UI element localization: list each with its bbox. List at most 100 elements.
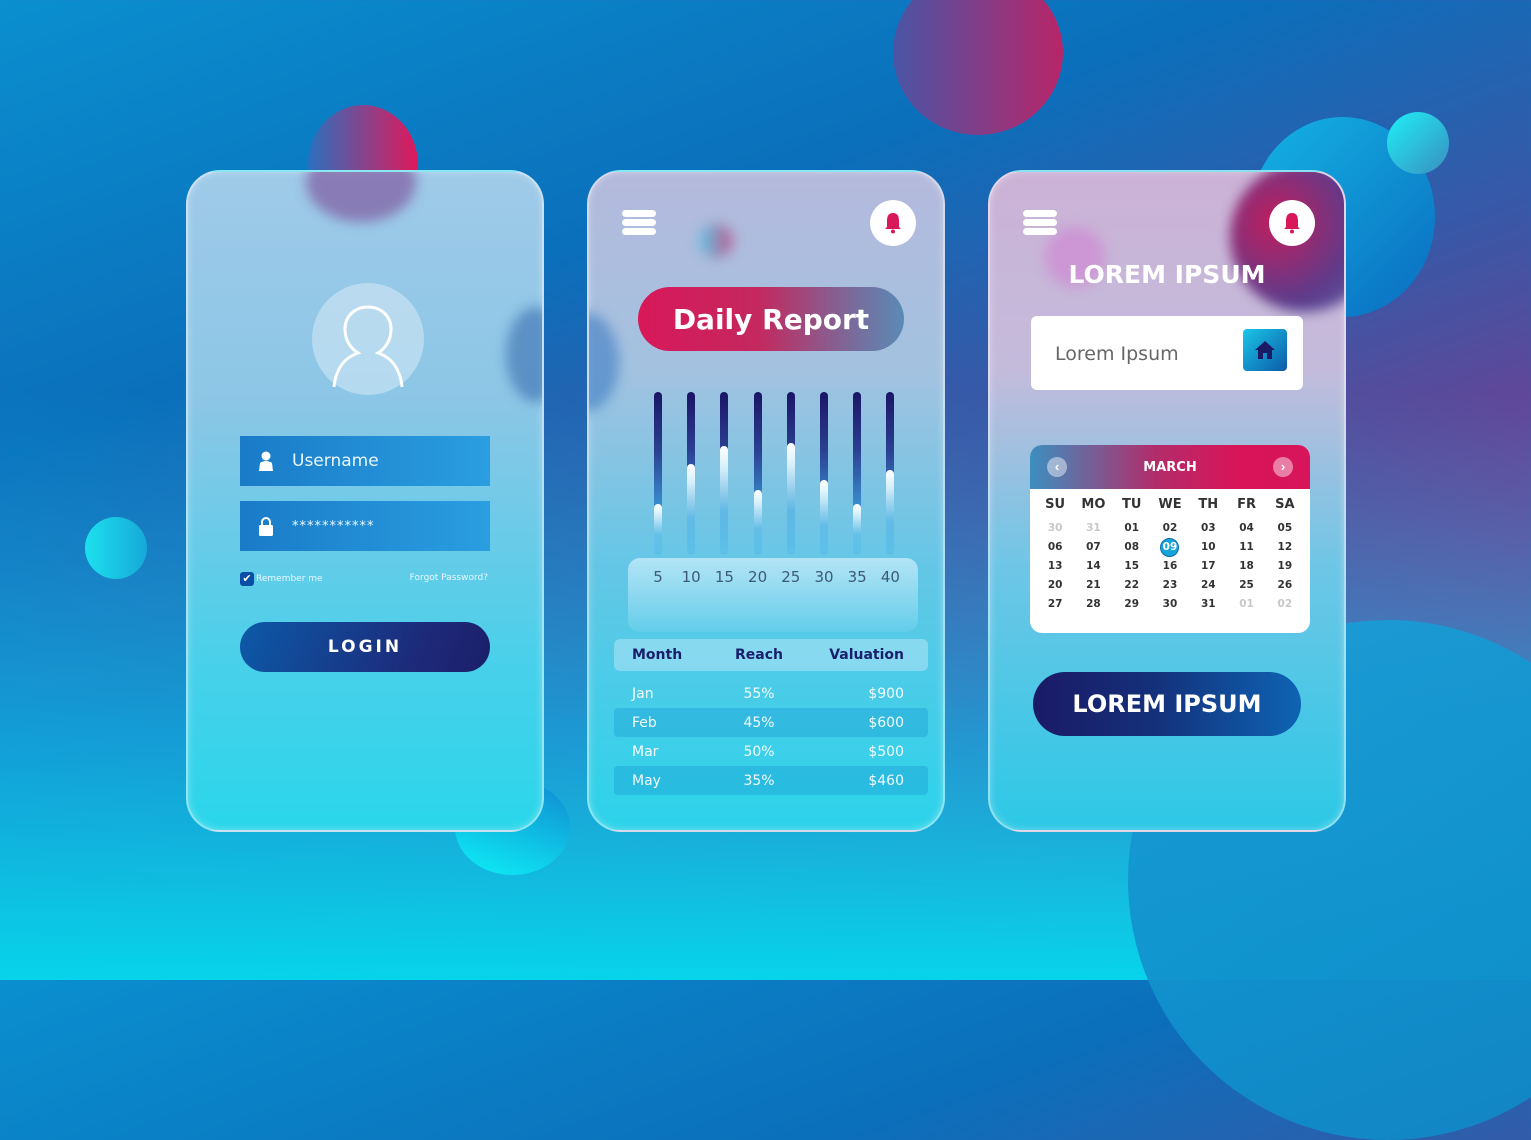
primary-action-button[interactable]: LOREM IPSUM xyxy=(1033,672,1301,736)
calendar-day[interactable]: 13 xyxy=(1036,557,1074,576)
hamburger-icon[interactable] xyxy=(1023,210,1057,235)
glass-blur-shape xyxy=(589,312,619,412)
bar-5 xyxy=(654,392,662,555)
calendar-grid: SU MO TU WE TH FR SA 30 31 01 02 03 04 05 06 07 08 09 10 11… xyxy=(1030,489,1310,614)
calendar-day[interactable]: 10 xyxy=(1189,538,1227,557)
cell-valuation: $600 xyxy=(868,714,904,731)
calendar-day[interactable]: 30 xyxy=(1151,595,1189,614)
calendar-day[interactable]: 26 xyxy=(1266,576,1304,595)
calendar-day[interactable]: 16 xyxy=(1151,557,1189,576)
calendar-day[interactable]: 20 xyxy=(1036,576,1074,595)
bar-fill xyxy=(886,470,895,555)
calendar-card: LOREM IPSUM ‹ MARCH › SUMOTUWETHFRSA3031… xyxy=(988,170,1346,832)
bar-fill xyxy=(820,480,828,555)
decorative-bubble xyxy=(1387,112,1449,174)
calendar-day[interactable]: 02 xyxy=(1151,519,1189,538)
table-header: Month Reach Valuation xyxy=(614,639,928,671)
calendar-day[interactable]: 01 xyxy=(1113,519,1151,538)
x-tick-label: 30 xyxy=(814,568,834,586)
calendar-day[interactable]: 21 xyxy=(1074,576,1112,595)
bar-15 xyxy=(720,392,729,555)
bar-10 xyxy=(687,392,696,555)
calendar: ‹ MARCH › SU MO TU WE TH FR SA 30 31 01 02 03 04 05 06… xyxy=(1030,445,1310,633)
bar-fill xyxy=(654,504,662,555)
calendar-day[interactable]: 11 xyxy=(1227,538,1265,557)
card-heading: LOREM IPSUM xyxy=(1068,260,1266,289)
bar-chart xyxy=(651,392,901,557)
bar-35 xyxy=(853,392,862,555)
calendar-day[interactable]: 02 xyxy=(1266,595,1304,614)
calendar-day[interactable]: 07 xyxy=(1074,538,1112,557)
weekday-label: WE xyxy=(1158,497,1182,512)
calendar-day[interactable]: 01 xyxy=(1227,595,1265,614)
bar-fill xyxy=(786,442,795,555)
cell-month: Feb xyxy=(632,714,657,731)
cell-reach: 55% xyxy=(743,685,775,702)
calendar-day[interactable]: 15 xyxy=(1113,557,1151,576)
calendar-day[interactable]: 22 xyxy=(1113,576,1151,595)
weekday-label: MO xyxy=(1081,497,1106,512)
prev-month-button[interactable]: ‹ xyxy=(1047,457,1067,477)
search-input[interactable] xyxy=(1053,336,1227,372)
username-field[interactable]: Username xyxy=(240,436,490,486)
search-box xyxy=(1031,316,1303,390)
calendar-day[interactable]: 30 xyxy=(1036,519,1074,538)
calendar-day[interactable]: 18 xyxy=(1227,557,1265,576)
x-tick-label: 20 xyxy=(748,568,768,586)
bell-icon xyxy=(885,213,901,234)
hamburger-icon[interactable] xyxy=(622,210,656,235)
weekday-label: SU xyxy=(1045,497,1066,512)
calendar-day[interactable]: 19 xyxy=(1266,557,1304,576)
cell-valuation: $500 xyxy=(868,743,904,760)
password-value: *********** xyxy=(292,518,375,534)
calendar-day[interactable]: 05 xyxy=(1266,519,1304,538)
home-icon xyxy=(1255,341,1275,359)
weekday-label: FR xyxy=(1237,497,1256,512)
cell-reach: 50% xyxy=(743,743,775,760)
calendar-day[interactable]: 28 xyxy=(1074,595,1112,614)
calendar-day[interactable]: 03 xyxy=(1189,519,1227,538)
cell-valuation: $900 xyxy=(868,685,904,702)
decorative-bubble xyxy=(85,517,147,579)
notification-button[interactable] xyxy=(1269,200,1315,246)
glass-blur-shape xyxy=(306,172,416,222)
x-axis: 5 10 15 20 25 30 35 40 xyxy=(628,558,918,632)
checkmark-icon[interactable]: ✔ xyxy=(240,572,254,586)
bar-fill xyxy=(853,504,862,555)
weekday-label: SA xyxy=(1275,497,1295,512)
notification-button[interactable] xyxy=(870,200,916,246)
x-tick-label: 5 xyxy=(653,568,663,586)
calendar-day[interactable]: 06 xyxy=(1036,538,1074,557)
calendar-day[interactable]: 17 xyxy=(1189,557,1227,576)
calendar-day[interactable]: 24 xyxy=(1189,576,1227,595)
table-row: Jan 55% $900 xyxy=(614,679,928,708)
calendar-day[interactable]: 14 xyxy=(1074,557,1112,576)
calendar-day[interactable]: 27 xyxy=(1036,595,1074,614)
bar-20 xyxy=(753,392,762,555)
calendar-day[interactable]: 31 xyxy=(1189,595,1227,614)
daily-report-card: Daily Report 5 10 15 20 25 30 35 40 Month Reach… xyxy=(587,170,945,832)
calendar-day[interactable]: 08 xyxy=(1113,538,1151,557)
cell-valuation: $460 xyxy=(868,772,904,789)
bar-fill xyxy=(753,489,762,555)
home-button[interactable] xyxy=(1243,329,1287,371)
x-tick-label: 35 xyxy=(847,568,867,586)
login-card: Username *********** ✔ Remember me Forgo… xyxy=(186,170,544,832)
calendar-day[interactable]: 29 xyxy=(1113,595,1151,614)
calendar-day-selected[interactable]: 09 xyxy=(1151,538,1189,557)
calendar-day[interactable]: 25 xyxy=(1227,576,1265,595)
page-title: Daily Report xyxy=(638,287,904,351)
next-month-button[interactable]: › xyxy=(1273,457,1293,477)
calendar-day[interactable]: 12 xyxy=(1266,538,1304,557)
forgot-password-link[interactable]: Forgot Password? xyxy=(410,573,488,583)
calendar-day[interactable]: 23 xyxy=(1151,576,1189,595)
glass-blur-shape xyxy=(699,224,733,258)
calendar-day[interactable]: 31 xyxy=(1074,519,1112,538)
table-row: Feb 45% $600 xyxy=(614,708,928,737)
remember-me-checkbox[interactable]: ✔ Remember me xyxy=(240,572,323,586)
calendar-day[interactable]: 04 xyxy=(1227,519,1265,538)
avatar xyxy=(312,283,424,395)
login-button[interactable]: LOGIN xyxy=(240,622,490,672)
weekday-label: TU xyxy=(1121,497,1142,512)
password-field[interactable]: *********** xyxy=(240,501,490,551)
